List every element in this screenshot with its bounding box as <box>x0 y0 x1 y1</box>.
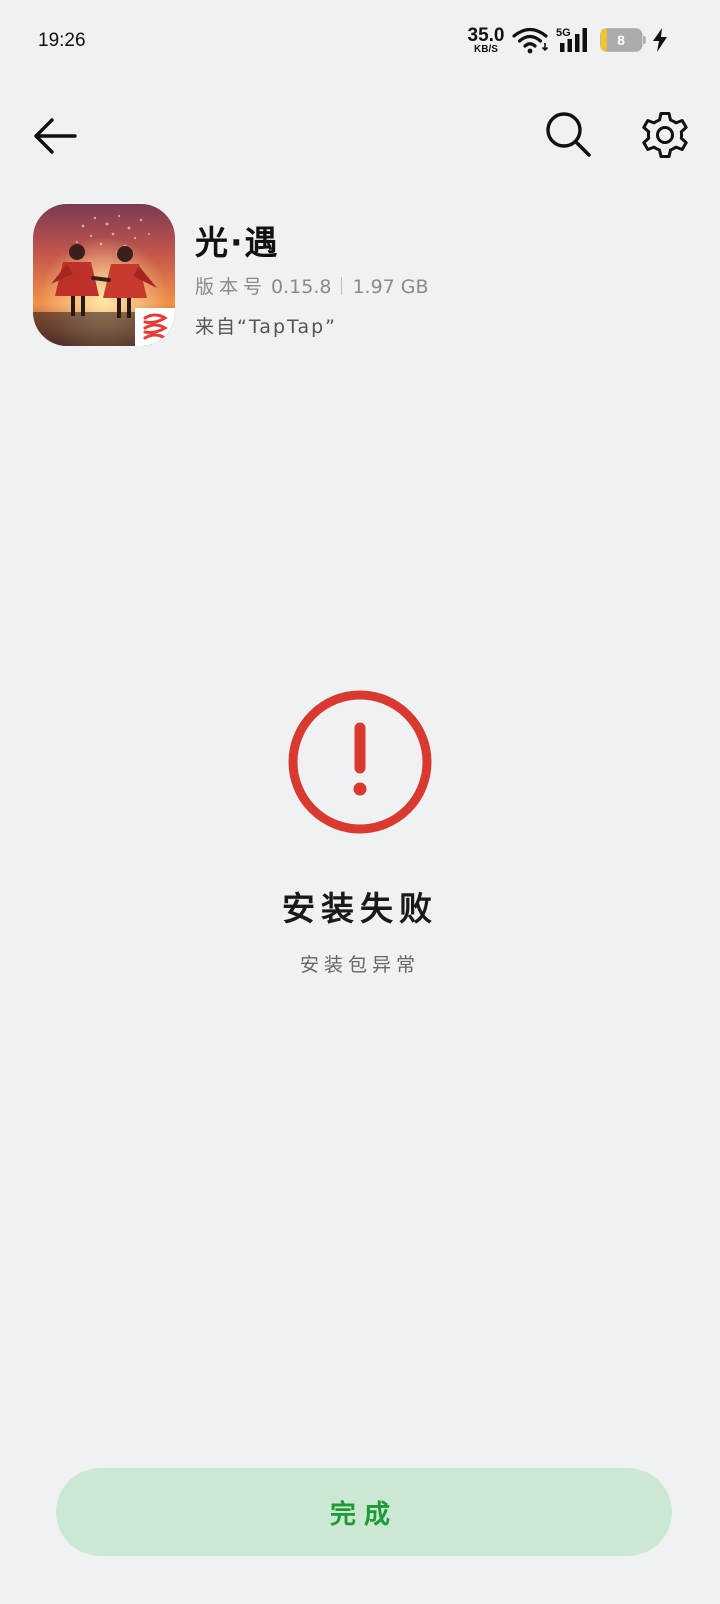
divider <box>341 277 343 295</box>
search-button[interactable] <box>542 108 596 162</box>
install-failure-reason: 安装包异常 <box>299 954 420 976</box>
arrow-left-icon <box>34 118 77 154</box>
version-number: 0.15.8 <box>271 276 332 298</box>
network-speed-value: 35.0 <box>467 25 505 46</box>
gear-icon <box>642 112 688 158</box>
battery-level: 8 <box>617 32 625 48</box>
signal-5g-icon: 5G <box>556 27 587 52</box>
app-size: 1.97 GB <box>352 276 429 298</box>
network-speed-unit: KB/S <box>474 44 498 55</box>
install-status-title: 安装失败 <box>282 889 438 928</box>
network-speed: 35.0 KB/S <box>466 26 506 55</box>
charging-icon <box>653 28 667 52</box>
network-type: 5G <box>556 27 571 39</box>
settings-button[interactable] <box>638 108 692 162</box>
wifi-icon <box>512 27 549 54</box>
app-source: 来自“TapTap” <box>195 316 338 338</box>
app-icon <box>33 204 175 346</box>
version-label: 版本号 <box>195 276 268 298</box>
app-version-info: 版本号 0.15.8 1.97 GB <box>195 272 429 299</box>
sky-game-icon <box>33 204 175 346</box>
status-time: 19:26 <box>38 30 86 51</box>
search-icon <box>546 112 591 157</box>
done-button[interactable]: 完成 <box>56 1468 672 1556</box>
app-name: 光·遇 <box>195 223 280 262</box>
status-bar: 19:26 35.0 KB/S 5G 8 <box>0 0 720 86</box>
back-button[interactable] <box>30 110 82 162</box>
exclamation-circle-icon <box>288 690 432 834</box>
